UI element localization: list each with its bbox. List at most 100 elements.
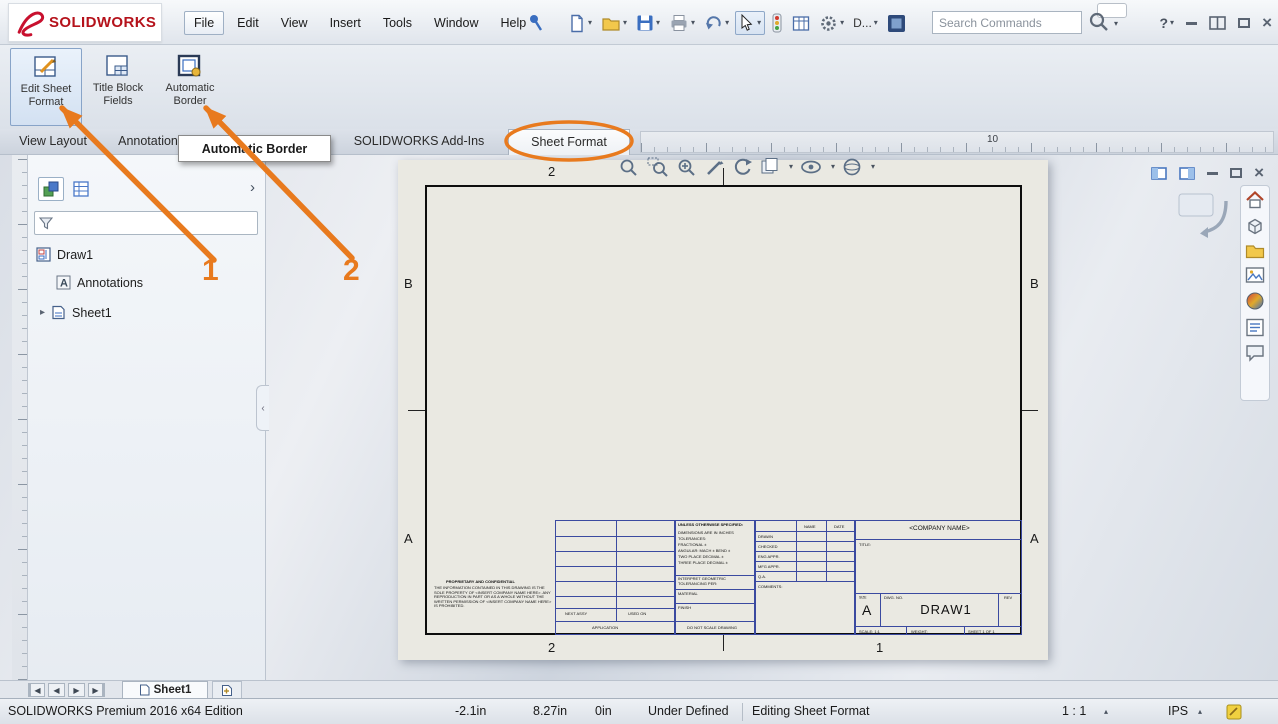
hide-show-items-eye-icon[interactable] [800,157,822,177]
add-sheet-button[interactable] [212,681,242,699]
edit-sheet-format-icon [33,54,59,80]
menu-window[interactable]: Window [425,12,487,34]
tree-item-draw1[interactable]: Draw1 [36,247,93,262]
caret-down-icon[interactable]: ▾ [840,19,844,27]
caret-down-icon[interactable]: ▾ [623,19,627,27]
table-columns-icon[interactable] [789,13,813,34]
menu-tools[interactable]: Tools [374,12,421,34]
doc-close-button[interactable]: × [1254,163,1264,183]
doc-pane-right-icon[interactable] [1179,167,1195,180]
view-palette-icon[interactable] [1245,266,1265,284]
tree-item-annotations[interactable]: A Annotations [56,275,143,290]
save-button[interactable]: ▾ [633,12,663,34]
zoom-in-out-icon[interactable] [676,157,698,177]
size-label: SIZE [859,595,867,599]
caret-down-icon[interactable]: ▾ [789,163,793,171]
help-button[interactable]: ? ▾ [1159,15,1174,31]
new-document-button[interactable]: ▾ [565,12,595,35]
drawing-sheet[interactable]: 2 2 1 B A B A PROPRIETARY AND CONFIDENTI… [398,160,1048,660]
display-manager-icon [73,181,89,197]
display-manager-tab[interactable] [68,177,94,201]
options-gear-button[interactable]: ▾ [816,12,847,35]
menu-view[interactable]: View [272,12,317,34]
pencil-icon[interactable] [705,157,725,177]
close-button[interactable]: × [1262,13,1272,33]
add-sheet-icon [221,684,233,697]
design-library-icon[interactable] [1245,216,1265,235]
caret-up-icon[interactable]: ▴ [1198,708,1202,716]
scale-label: SCALE: 1:1 [859,629,880,634]
automatic-border-button[interactable]: Automatic Border [154,48,226,126]
panel-chevron-icon[interactable]: › [250,179,255,196]
last-sheet-button[interactable]: ▶ [88,683,105,697]
zone-label: A [404,531,413,546]
custom-properties-icon[interactable] [1245,318,1265,337]
toolbar-overflow-button[interactable]: D... ▾ [850,14,881,32]
application-block: NEXT ASSY USED ON APPLICATION [555,520,675,635]
tab-sheet-format[interactable]: Sheet Format [508,129,630,155]
sheet-scale-selector[interactable]: 1 : 1 [1062,699,1086,724]
next-sheet-button[interactable]: ▶ [68,683,85,697]
search-icon[interactable] [1088,11,1110,33]
caret-up-icon[interactable]: ▴ [1104,708,1108,716]
tab-solidworks-add-ins[interactable]: SOLIDWORKS Add-Ins [338,129,500,155]
dwg-no-value: DRAW1 [896,602,996,617]
expander-icon[interactable]: ▸ [40,307,45,318]
feature-manager-tab[interactable] [38,177,64,201]
tab-view-layout[interactable]: View Layout [2,129,104,155]
doc-restore-button[interactable] [1230,168,1242,178]
open-document-button[interactable]: ▾ [598,12,630,34]
caret-down-icon[interactable]: ▾ [831,163,835,171]
pin-menubar-icon[interactable] [528,13,544,31]
appearances-icon[interactable] [1245,291,1265,311]
tree-item-label: Sheet1 [72,306,112,320]
rotate-view-icon[interactable] [732,157,753,177]
select-tool-button[interactable]: ▾ [735,11,765,35]
panel-collapse-handle[interactable]: ‹ [256,385,269,431]
solidworks-logo: SOLIDWORKS [8,3,162,42]
zoom-fit-icon[interactable] [618,157,640,177]
previous-sheet-button[interactable]: ◀ [48,683,65,697]
caret-down-icon[interactable]: ▾ [871,163,875,171]
caret-down-icon[interactable]: ▾ [1170,19,1174,27]
tile-windows-button[interactable] [1209,16,1226,30]
command-dark-icon[interactable] [884,12,909,35]
caret-down-icon[interactable]: ▾ [874,19,878,27]
doc-pane-left-icon[interactable] [1151,167,1167,180]
menu-insert[interactable]: Insert [321,12,370,34]
first-sheet-button[interactable]: ◀ [28,683,45,697]
display-style-icon[interactable] [760,157,780,177]
tags-note-icon[interactable] [1226,704,1242,720]
zoom-area-icon[interactable] [647,157,669,177]
close-icon: × [1254,163,1264,183]
minimize-button[interactable] [1186,22,1197,25]
mode-label: Editing Sheet Format [752,699,869,724]
caret-down-icon[interactable]: ▾ [588,19,592,27]
home-resources-icon[interactable] [1245,190,1265,209]
traffic-light-icon[interactable] [768,11,786,35]
automatic-border-label: Automatic Border [154,82,226,108]
search-input[interactable] [932,11,1082,34]
caret-down-icon[interactable]: ▾ [691,19,695,27]
menu-edit[interactable]: Edit [228,12,268,34]
view-settings-sphere-icon[interactable] [842,157,862,177]
caret-down-icon[interactable]: ▾ [656,19,660,27]
maximize-button[interactable] [1238,18,1250,28]
undo-button[interactable]: ▾ [701,12,732,34]
graphics-area[interactable]: ▾ ▾ ▾ × 2 2 1 B A B A [266,155,1278,680]
units-selector[interactable]: IPS [1168,699,1188,724]
tree-item-sheet1[interactable]: ▸ Sheet1 [40,305,112,320]
caret-down-icon[interactable]: ▾ [757,19,761,27]
print-button[interactable]: ▾ [666,12,698,34]
edit-sheet-format-button[interactable]: Edit Sheet Format [10,48,82,126]
caret-down-icon[interactable]: ▾ [725,19,729,27]
sheet1-tab[interactable]: Sheet1 [122,681,208,699]
tree-filter-box[interactable] [34,211,258,235]
menu-file[interactable]: File [184,11,224,35]
doc-minimize-button[interactable] [1207,172,1218,175]
restore-icon [1230,168,1242,178]
file-explorer-icon[interactable] [1245,242,1265,259]
forum-chat-icon[interactable] [1245,344,1265,362]
search-caret-icon[interactable]: ▾ [1114,20,1118,28]
title-block-fields-button[interactable]: Title Block Fields [86,48,150,126]
